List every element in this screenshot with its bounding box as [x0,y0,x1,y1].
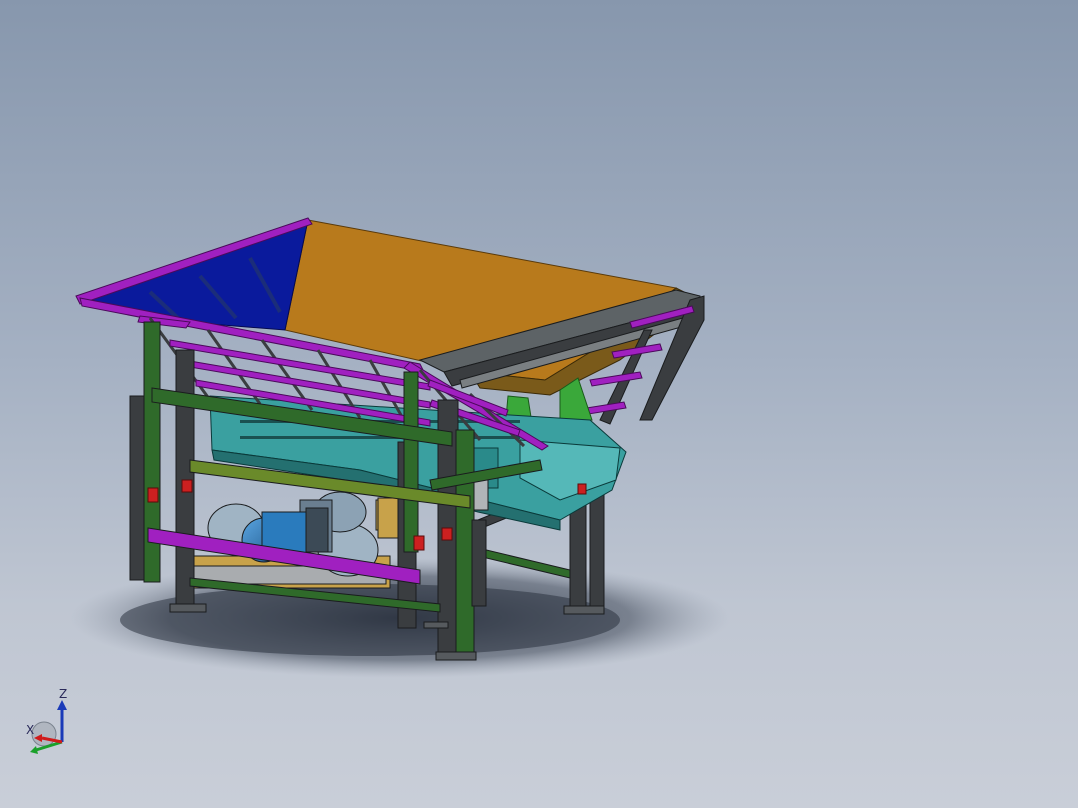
z-axis-label: Z [59,687,67,701]
hopper-feeder-model[interactable] [0,0,1078,808]
y-arrow-icon [30,746,38,754]
x-axis-label: X [26,723,34,737]
floor-shadow-core [120,584,620,656]
triad-sphere [31,721,57,747]
coordinate-triad-icon[interactable]: Z X [22,686,72,760]
graphics-viewport[interactable]: Z X [0,0,1078,808]
z-arrow-icon [57,700,67,710]
